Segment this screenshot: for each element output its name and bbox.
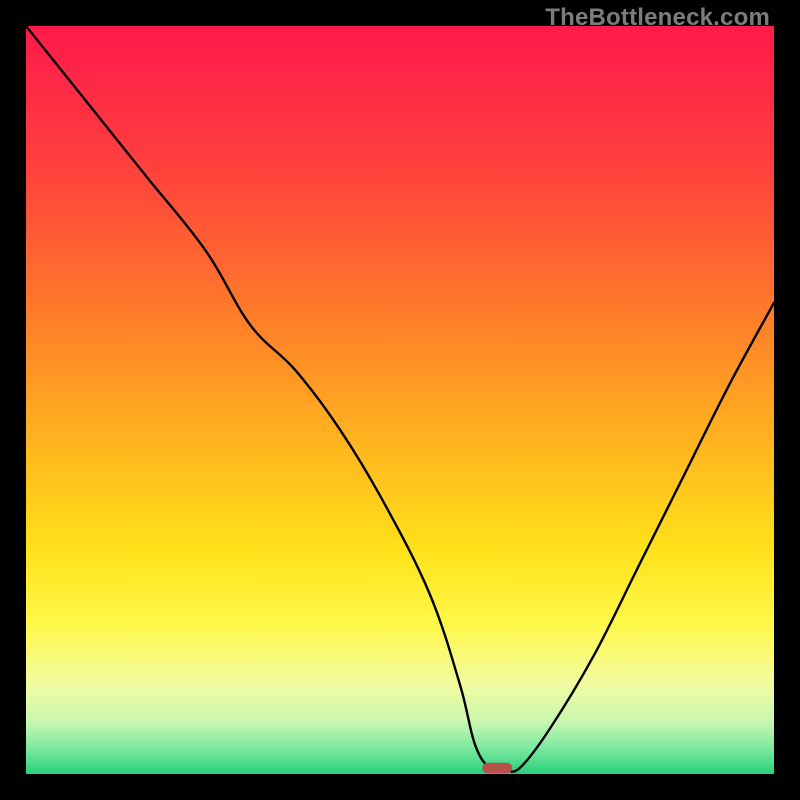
- bottleneck-chart: [26, 26, 774, 774]
- watermark-text: TheBottleneck.com: [545, 4, 770, 32]
- chart-frame: TheBottleneck.com: [0, 0, 800, 800]
- plot-area: [26, 26, 774, 774]
- gradient-background: [26, 26, 774, 774]
- optimal-marker: [482, 763, 512, 773]
